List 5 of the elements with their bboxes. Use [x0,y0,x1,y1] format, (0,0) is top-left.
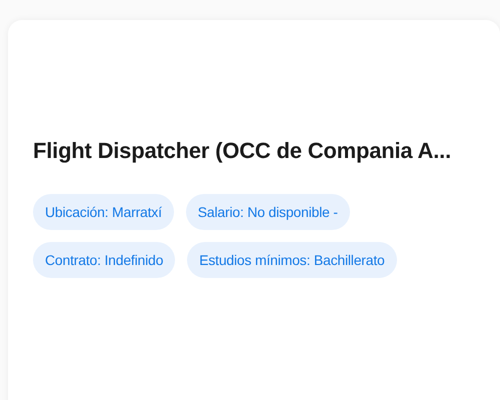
job-title: Flight Dispatcher (OCC de Compania A... [33,138,452,164]
job-tag: Contrato: Indefinido [33,242,176,278]
job-tag: Estudios mínimos: Bachillerato [187,242,397,278]
job-tag: Salario: No disponible - [186,194,350,230]
job-tag: Ubicación: Marratxí [33,194,174,230]
